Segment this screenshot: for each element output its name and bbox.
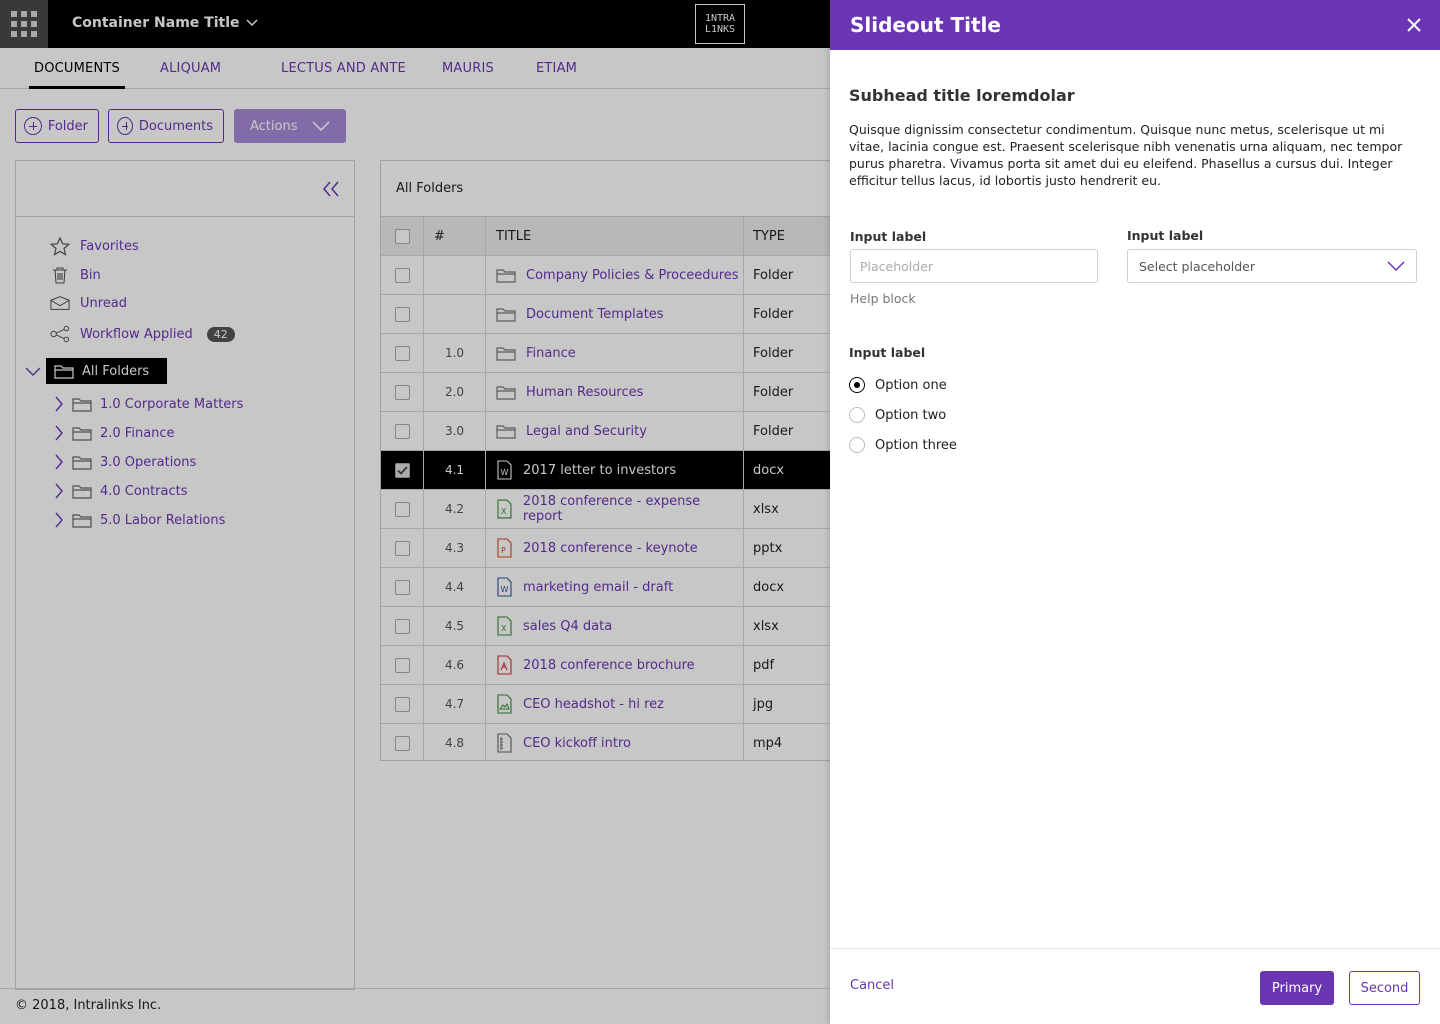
chevron-down-icon <box>1387 261 1405 271</box>
slideout-panel: Slideout Title Subhead title loremdolar … <box>830 0 1440 1024</box>
slideout-subhead: Subhead title loremdolar <box>849 86 1075 105</box>
slideout-body-text: Quisque dignissim consectetur condimentu… <box>849 122 1403 188</box>
slideout-header: Slideout Title <box>830 0 1440 50</box>
radio-option-one[interactable]: Option one <box>849 377 947 393</box>
help-block: Help block <box>850 291 916 306</box>
radio-group-label: Input label <box>849 345 926 360</box>
text-input[interactable] <box>850 249 1098 283</box>
slideout-title: Slideout Title <box>850 13 1001 37</box>
primary-button[interactable]: Primary <box>1260 971 1334 1005</box>
radio-button[interactable] <box>849 437 865 453</box>
second-button[interactable]: Second <box>1349 971 1420 1005</box>
radio-label: Option two <box>875 407 947 423</box>
select-field-label: Input label <box>1127 228 1204 243</box>
cancel-link[interactable]: Cancel <box>850 978 894 993</box>
select-dropdown[interactable]: Select placeholder <box>1127 249 1417 283</box>
slideout-footer: Cancel Primary Second <box>830 948 1440 1024</box>
text-field-label: Input label <box>850 229 927 244</box>
close-icon[interactable] <box>1404 15 1424 35</box>
radio-option-two[interactable]: Option two <box>849 407 946 423</box>
radio-label: Option three <box>875 437 957 453</box>
radio-button[interactable] <box>849 407 865 423</box>
radio-option-three[interactable]: Option three <box>849 437 957 453</box>
radio-label: Option one <box>875 377 947 393</box>
radio-button-checked[interactable] <box>849 377 865 393</box>
modal-overlay[interactable] <box>0 0 830 1024</box>
select-placeholder: Select placeholder <box>1139 258 1255 274</box>
